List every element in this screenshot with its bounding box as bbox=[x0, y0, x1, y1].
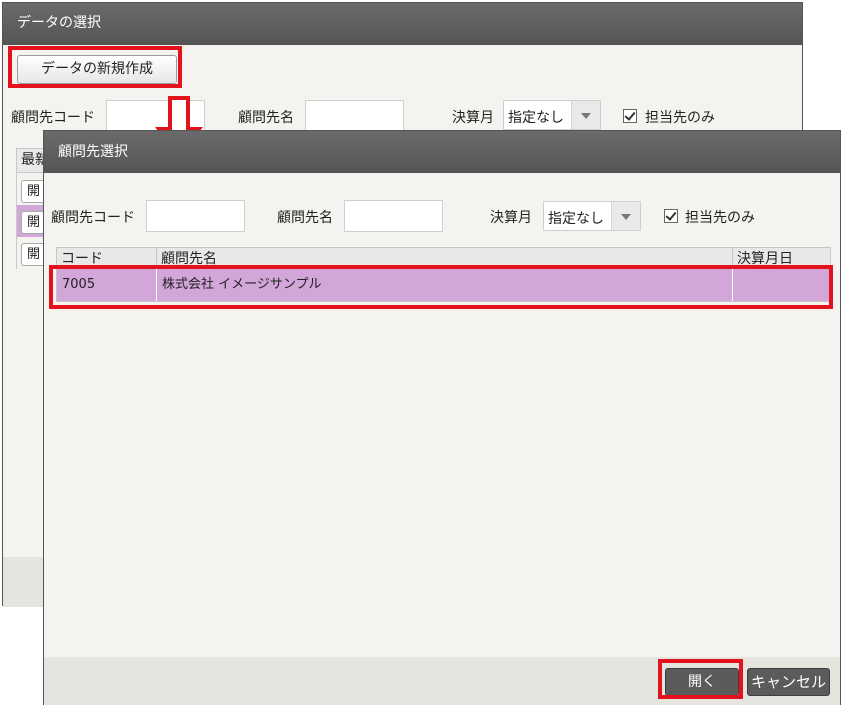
column-header-name[interactable]: 顧問先名 bbox=[157, 248, 733, 268]
column-header-code[interactable]: コード bbox=[57, 248, 157, 268]
column-header-closing-date[interactable]: 決算月日 bbox=[733, 248, 830, 268]
assigned-only-label: 担当先のみ bbox=[685, 210, 755, 226]
open-button[interactable]: 開く bbox=[665, 668, 739, 696]
cell-client-name: 株式会社 イメージサンプル bbox=[157, 269, 733, 301]
chevron-down-icon[interactable] bbox=[611, 202, 640, 230]
client-name-label: 顧問先名 bbox=[277, 210, 333, 226]
closing-month-value: 指定なし bbox=[548, 211, 604, 227]
table-header: コード 顧問先名 決算月日 bbox=[56, 247, 831, 269]
client-table: コード 顧問先名 決算月日 7005 株式会社 イメージサンプル bbox=[56, 247, 831, 302]
cell-code: 7005 bbox=[57, 269, 157, 301]
dialog-title: 顧問先選択 bbox=[44, 131, 840, 173]
client-code-label: 顧問先コード bbox=[11, 110, 95, 126]
closing-month-select[interactable]: 指定なし bbox=[503, 100, 601, 130]
client-name-input[interactable] bbox=[305, 100, 404, 132]
assigned-only-checkbox[interactable] bbox=[664, 209, 678, 223]
closing-month-label: 決算月 bbox=[452, 110, 494, 126]
client-name-label: 顧問先名 bbox=[238, 110, 294, 126]
assigned-only-checkbox[interactable] bbox=[623, 109, 637, 123]
cancel-button[interactable]: キャンセル bbox=[747, 668, 830, 696]
client-code-input[interactable] bbox=[146, 200, 245, 232]
closing-month-value: 指定なし bbox=[508, 110, 564, 126]
client-code-label: 顧問先コード bbox=[51, 210, 135, 226]
window-title: データの選択 bbox=[3, 3, 802, 45]
client-selection-dialog: 顧問先選択 顧問先コード 顧問先名 決算月 指定なし 担当先のみ コード 顧問先… bbox=[43, 130, 841, 705]
cell-closing-date bbox=[733, 269, 830, 301]
closing-month-label: 決算月 bbox=[490, 210, 532, 226]
closing-month-select[interactable]: 指定なし bbox=[543, 201, 641, 231]
client-name-input[interactable] bbox=[344, 200, 443, 232]
new-data-button[interactable]: データの新規作成 bbox=[17, 55, 177, 84]
table-row[interactable]: 7005 株式会社 イメージサンプル bbox=[56, 269, 831, 302]
assigned-only-label: 担当先のみ bbox=[645, 110, 715, 126]
chevron-down-icon[interactable] bbox=[571, 101, 600, 129]
